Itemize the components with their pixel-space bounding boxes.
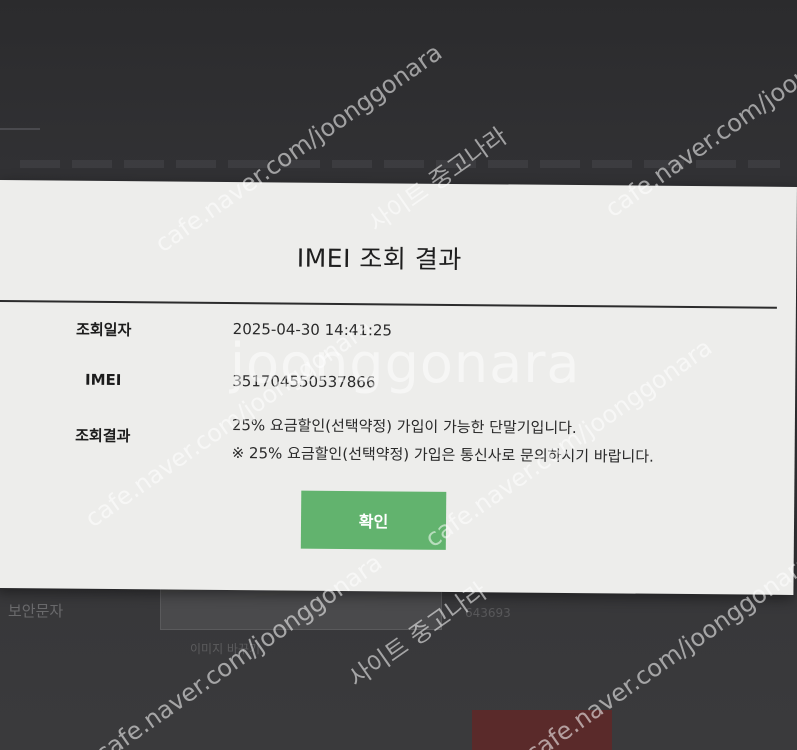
captcha-image	[160, 588, 442, 630]
imei-value: 351704550537866	[232, 372, 376, 392]
dialog-title: IMEI 조회 결과	[296, 243, 462, 275]
confirm-button[interactable]: 확인	[300, 490, 447, 550]
captcha-label: 보안문자	[8, 602, 64, 620]
query-date-label: 조회일자	[76, 320, 132, 340]
background-text-blur	[20, 160, 780, 168]
background-divider	[0, 128, 40, 130]
query-date-value: 2025-04-30 14:41:25	[232, 320, 393, 340]
background-submit-button[interactable]	[472, 710, 612, 750]
query-result-label: 조회결과	[75, 426, 131, 446]
screen: 보안문자 643693 이미지 바꾸기 IMEI 조회 결과 조회일자 2025…	[0, 0, 797, 750]
captcha-refresh-link[interactable]: 이미지 바꾸기	[190, 640, 260, 657]
query-result-line-2: ※ 25% 요금할인(선택약정) 가입은 통신사로 문의하시기 바랍니다.	[231, 444, 654, 466]
query-result-line-1: 25% 요금할인(선택약정) 가입이 가능한 단말기입니다.	[231, 416, 577, 438]
dialog-divider	[0, 299, 777, 309]
imei-label: IMEI	[85, 370, 122, 390]
imei-result-dialog: IMEI 조회 결과 조회일자 2025-04-30 14:41:25 IMEI…	[0, 180, 797, 595]
captcha-input[interactable]: 643693	[465, 606, 511, 620]
